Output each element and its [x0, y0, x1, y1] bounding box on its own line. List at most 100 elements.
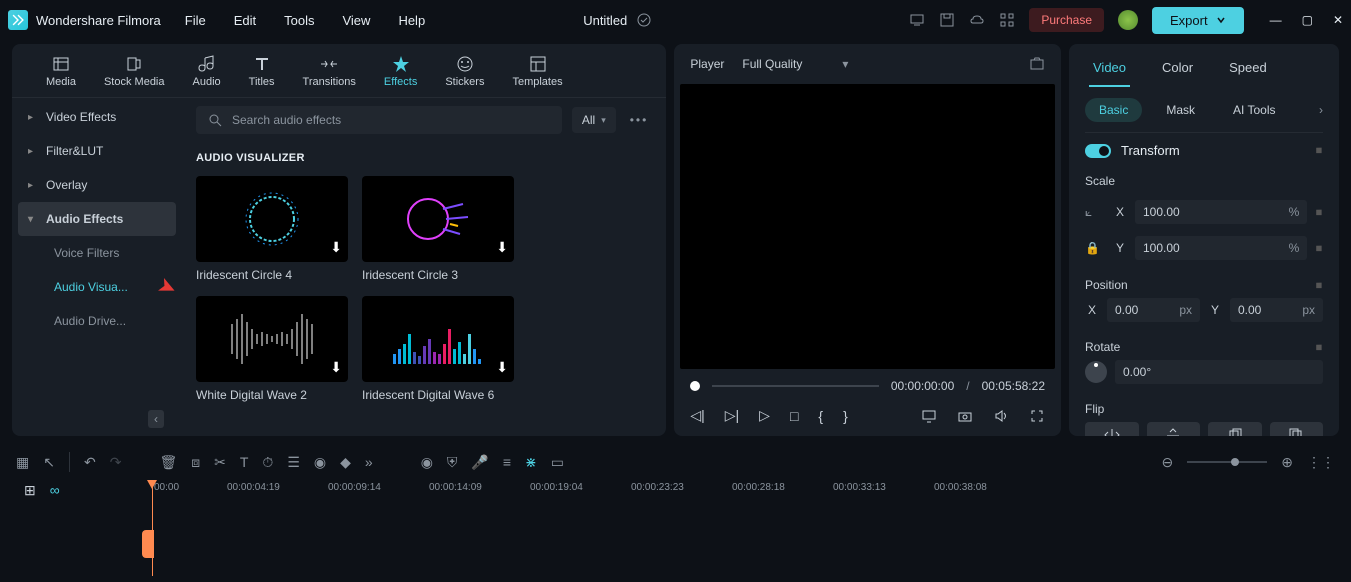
search-input[interactable]: Search audio effects	[196, 106, 562, 134]
flip-horizontal-button[interactable]	[1085, 422, 1139, 436]
flip-copy2-button[interactable]	[1270, 422, 1324, 436]
rotate-knob[interactable]	[1085, 361, 1107, 383]
split-button[interactable]: ✂	[214, 454, 226, 471]
flip-vertical-button[interactable]	[1147, 422, 1201, 436]
minimize-button[interactable]: —	[1270, 13, 1282, 27]
mixer-button[interactable]: ≡	[503, 454, 511, 470]
link-track-button[interactable]: ∞	[50, 482, 60, 499]
text-button[interactable]: T	[240, 454, 249, 470]
volume-icon[interactable]	[993, 408, 1009, 424]
effect-card[interactable]: ⬇ Iridescent Circle 4	[196, 176, 348, 282]
zoom-slider[interactable]	[1187, 461, 1267, 463]
tab-effects[interactable]: Effects	[370, 44, 431, 97]
apps-icon[interactable]	[999, 12, 1015, 28]
cloud-icon[interactable]	[969, 12, 985, 28]
close-button[interactable]: ✕	[1333, 13, 1343, 27]
tab-media[interactable]: Media	[32, 44, 90, 97]
tab-audio[interactable]: Audio	[179, 44, 235, 97]
keyframe-icon[interactable]: ◆	[1313, 340, 1326, 353]
timeline-tracks[interactable]	[12, 516, 1339, 576]
link-icon[interactable]: ⟀	[1085, 205, 1105, 220]
play-forward-button[interactable]: ▷|	[725, 407, 739, 424]
sidebar-subitem-audio-drive[interactable]: Audio Drive...	[12, 304, 182, 338]
subtab-ai[interactable]: AI Tools	[1219, 98, 1289, 122]
stop-button[interactable]: □	[790, 408, 798, 424]
props-tab-speed[interactable]: Speed	[1225, 54, 1271, 87]
sidebar-item-video-effects[interactable]: ▸Video Effects	[12, 100, 182, 134]
tab-stickers[interactable]: Stickers	[431, 44, 498, 97]
delete-button[interactable]: 🗑	[159, 454, 177, 471]
props-tab-color[interactable]: Color	[1158, 54, 1197, 87]
keyframe-icon[interactable]: ◆	[1313, 205, 1326, 218]
layout-icon[interactable]: ▦	[16, 454, 29, 471]
speed-button[interactable]: ⏱	[262, 454, 273, 471]
play-button[interactable]: ▷	[759, 407, 770, 424]
props-tab-video[interactable]: Video	[1089, 54, 1130, 87]
tab-stock[interactable]: Stock Media	[90, 44, 179, 97]
redo-button[interactable]: ↷	[110, 454, 122, 471]
flip-copy1-button[interactable]	[1208, 422, 1262, 436]
subtab-basic[interactable]: Basic	[1085, 98, 1142, 122]
mark-in-button[interactable]: {	[818, 408, 823, 424]
menu-file[interactable]: File	[185, 13, 206, 28]
sidebar-subitem-voice-filters[interactable]: Voice Filters	[12, 236, 182, 270]
scrub-handle[interactable]	[690, 381, 700, 391]
zoom-in-button[interactable]: ⊕	[1281, 454, 1293, 471]
screen-icon[interactable]	[921, 408, 937, 424]
chevron-right-icon[interactable]: ›	[1319, 103, 1323, 117]
keyframe-button[interactable]: ◆	[340, 454, 351, 471]
camera-icon[interactable]	[957, 408, 973, 424]
render-button[interactable]: ▭	[551, 454, 564, 471]
marker-button[interactable]: ◉	[421, 454, 433, 471]
snap-button[interactable]: ⋇	[525, 454, 537, 471]
avatar[interactable]	[1118, 10, 1138, 30]
keyframe-icon[interactable]: ◆	[1313, 278, 1326, 291]
track-clip[interactable]	[142, 530, 154, 558]
effect-card[interactable]: ⬇ White Digital Wave 2	[196, 296, 348, 402]
mic-button[interactable]: 🎤	[471, 454, 488, 471]
download-icon[interactable]: ⬇	[496, 359, 508, 376]
subtab-mask[interactable]: Mask	[1152, 98, 1209, 122]
menu-tools[interactable]: Tools	[284, 13, 314, 28]
maximize-button[interactable]: ▢	[1302, 13, 1313, 27]
player-scrubber[interactable]: 00:00:00:00 / 00:05:58:22	[674, 379, 1061, 401]
zoom-out-button[interactable]: ⊖	[1162, 454, 1174, 471]
fullscreen-icon[interactable]	[1029, 408, 1045, 424]
menu-edit[interactable]: Edit	[234, 13, 256, 28]
download-icon[interactable]: ⬇	[496, 239, 508, 256]
sidebar-collapse-button[interactable]: ‹	[148, 410, 164, 428]
keyframe-icon[interactable]: ◆	[1313, 144, 1326, 157]
download-icon[interactable]: ⬇	[330, 239, 342, 256]
effect-card[interactable]: ⬇ Iridescent Digital Wave 6	[362, 296, 514, 402]
view-options-button[interactable]: ⋮⋮	[1307, 454, 1335, 471]
transform-toggle[interactable]	[1085, 144, 1111, 158]
select-tool-icon[interactable]: ↖	[43, 454, 55, 471]
sidebar-item-overlay[interactable]: ▸Overlay	[12, 168, 182, 202]
tab-templates[interactable]: Templates	[498, 44, 576, 97]
adjust-button[interactable]: ☰	[287, 454, 300, 471]
more-options-button[interactable]: •••	[626, 109, 653, 131]
sidebar-item-audio-effects[interactable]: ▾Audio Effects	[18, 202, 176, 236]
filter-dropdown[interactable]: All ▾	[572, 107, 616, 133]
tab-titles[interactable]: Titles	[235, 44, 289, 97]
prev-frame-button[interactable]: ◁|	[690, 407, 704, 424]
sidebar-item-filter-lut[interactable]: ▸Filter&LUT	[12, 134, 182, 168]
position-x-input[interactable]: 0.00px	[1107, 298, 1200, 322]
device-icon[interactable]	[909, 12, 925, 28]
crop-button[interactable]: ⧈	[191, 454, 200, 471]
save-icon[interactable]	[939, 12, 955, 28]
export-button[interactable]: Export	[1152, 7, 1244, 34]
lock-icon[interactable]: 🔒	[1085, 241, 1105, 255]
keyframe-icon[interactable]: ◆	[1313, 241, 1326, 254]
add-track-button[interactable]: ⊞	[24, 482, 36, 499]
timeline-ruler[interactable]: 00:00 00:00:04:19 00:00:09:14 00:00:14:0…	[132, 480, 1339, 510]
position-y-input[interactable]: 0.00px	[1230, 298, 1323, 322]
purchase-button[interactable]: Purchase	[1029, 8, 1104, 32]
more-tools-button[interactable]: »	[365, 454, 373, 470]
effect-card[interactable]: ⬇ Iridescent Circle 3	[362, 176, 514, 282]
undo-button[interactable]: ↶	[84, 454, 96, 471]
rotate-input[interactable]: 0.00°	[1115, 360, 1323, 384]
shield-icon[interactable]: ⛨	[447, 454, 458, 471]
snapshot-icon[interactable]	[1029, 56, 1045, 72]
scale-y-input[interactable]: 100.00%	[1135, 236, 1307, 260]
